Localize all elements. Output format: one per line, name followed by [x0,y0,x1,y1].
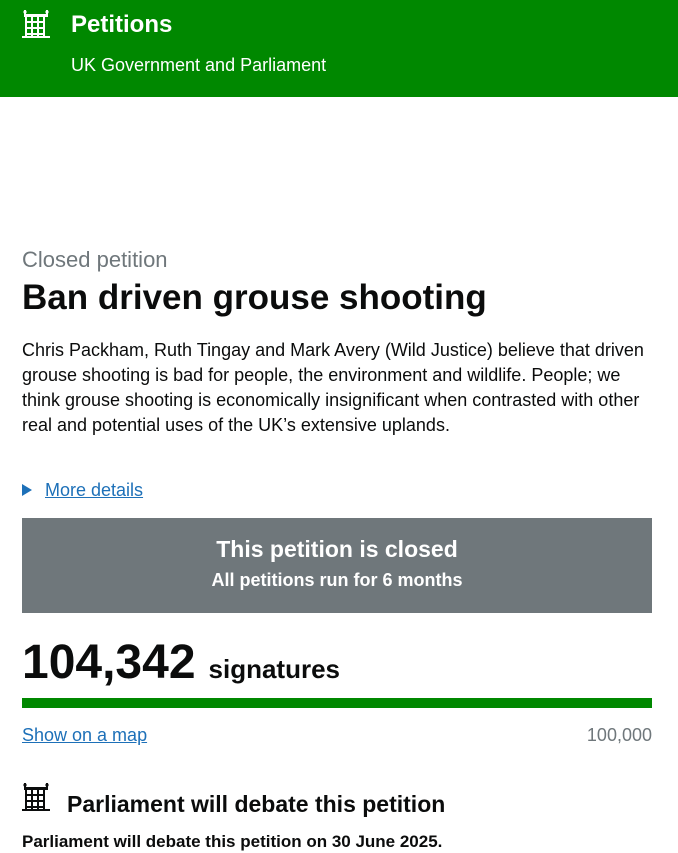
signature-progress-fill [22,698,652,708]
portcullis-icon [22,783,50,811]
signature-label: signatures [208,654,341,684]
debate-heading: Parliament will debate this petition [67,791,446,817]
show-on-map-link[interactable]: Show on a map [22,723,147,747]
signature-count: 104,342 [22,636,196,689]
more-details-toggle[interactable]: More details [22,478,143,502]
signature-threshold: 100,000 [586,725,652,745]
site-header: Petitions UK Government and Parliament [0,0,678,97]
site-title-link[interactable]: Petitions [71,10,172,40]
signature-progress-bar [22,698,652,708]
debate-text: Parliament will debate this petition on … [22,832,443,851]
portcullis-icon [22,10,50,38]
banner-title: This petition is closed [216,536,458,562]
petition-status-caption: Closed petition [22,247,168,272]
site-subtitle-link[interactable]: UK Government and Parliament [71,53,326,77]
triangle-right-icon [22,484,32,496]
closed-petition-banner: This petition is closed All petitions ru… [22,518,652,613]
banner-subtitle: All petitions run for 6 months [211,570,463,590]
more-details-link[interactable]: More details [45,478,143,502]
page-title: Ban driven grouse shooting [22,278,487,317]
petition-summary: Chris Packham, Ruth Tingay and Mark Aver… [22,340,644,435]
signature-count-block: 104,342 signatures [22,635,340,691]
